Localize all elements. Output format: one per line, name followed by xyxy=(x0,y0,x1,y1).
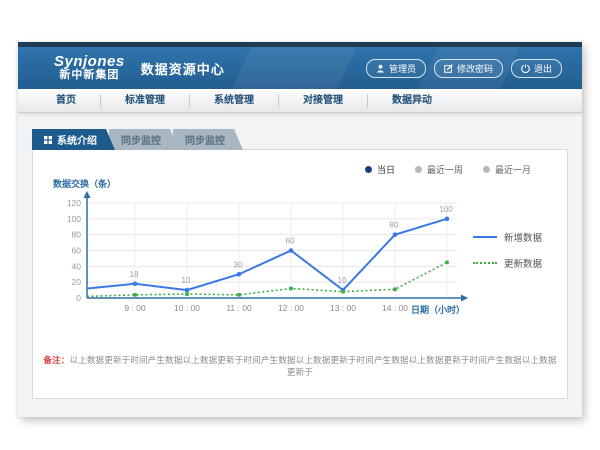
svg-text:14 : 00: 14 : 00 xyxy=(382,303,408,313)
change-password-button[interactable]: 修改密码 xyxy=(434,59,503,78)
footer-note-text: 以上数据更新于时间产生数据以上数据更新于时间产生数据以上数据更新于时间产生数据以… xyxy=(69,355,556,377)
admin-user-button[interactable]: 管理员 xyxy=(366,59,426,78)
logo-text-cn: 新中新集团 xyxy=(54,70,125,82)
content-area: 系统介绍 同步监控 同步监控 当日 最近一周 xyxy=(18,113,582,399)
svg-text:100: 100 xyxy=(67,214,81,224)
nav-item-home[interactable]: 首页 xyxy=(32,94,101,108)
filter-last-month-label: 最近一月 xyxy=(495,163,531,176)
footer-note: 备注：以上数据更新于时间产生数据以上数据更新于时间产生数据以上数据更新于时间产生… xyxy=(43,354,557,378)
svg-text:9 : 00: 9 : 00 xyxy=(124,303,146,313)
radio-dot-icon xyxy=(365,166,372,173)
edit-icon xyxy=(444,64,453,73)
tab-system-intro-label: 系统介绍 xyxy=(57,132,97,147)
app-window: Synjones 新中新集团 数据资源中心 管理员 修改密码 退出 首页 标准管… xyxy=(18,42,582,417)
page-title: 数据资源中心 xyxy=(141,59,225,78)
power-icon xyxy=(521,64,530,73)
user-icon xyxy=(376,64,385,73)
logo-text-en: Synjones xyxy=(54,54,125,70)
legend-updated-data-label: 更新数据 xyxy=(504,256,542,270)
svg-text:11 : 00: 11 : 00 xyxy=(226,303,252,313)
radio-dot-icon xyxy=(483,166,490,173)
filter-today-label: 当日 xyxy=(377,163,395,176)
chart-row: 0 20 40 60 80 100 120 9 : 00 10 : 00 11 : 00 12 : … xyxy=(43,178,557,328)
nav-item-standard-mgmt[interactable]: 标准管理 xyxy=(101,94,190,108)
svg-text:60: 60 xyxy=(72,246,82,256)
time-range-filters: 当日 最近一周 最近一月 xyxy=(43,158,557,176)
window-grid-icon xyxy=(44,136,52,144)
svg-text:30: 30 xyxy=(234,260,243,269)
filter-last-week-label: 最近一周 xyxy=(427,163,463,176)
svg-text:18: 18 xyxy=(130,270,139,279)
app-header: Synjones 新中新集团 数据资源中心 管理员 修改密码 退出 xyxy=(18,47,582,89)
svg-text:100: 100 xyxy=(439,205,453,214)
admin-user-label: 管理员 xyxy=(389,62,416,75)
logo: Synjones 新中新集团 xyxy=(54,54,125,81)
chart-card: 当日 最近一周 最近一月 0 20 40 60 80 100 120 9 : 00 10 : 0… xyxy=(32,149,568,399)
logout-label: 退出 xyxy=(534,62,552,75)
main-nav: 首页 标准管理 系统管理 对接管理 数据异动 xyxy=(18,89,582,113)
tab-sync-monitor-2-label: 同步监控 xyxy=(185,132,225,147)
change-password-label: 修改密码 xyxy=(457,62,493,75)
svg-text:60: 60 xyxy=(286,237,295,246)
nav-item-system-mgmt[interactable]: 系统管理 xyxy=(190,94,279,108)
svg-text:13 : 00: 13 : 00 xyxy=(330,303,356,313)
legend-item-new-data: 新增数据 xyxy=(473,230,557,244)
chart-legend: 新增数据 更新数据 xyxy=(473,178,557,270)
svg-text:12 : 00: 12 : 00 xyxy=(278,303,304,313)
svg-text:20: 20 xyxy=(72,277,82,287)
filter-today[interactable]: 当日 xyxy=(365,162,395,176)
filter-last-month[interactable]: 最近一月 xyxy=(483,162,531,176)
line-chart: 0 20 40 60 80 100 120 9 : 00 10 : 00 11 : 00 12 : … xyxy=(43,178,473,328)
svg-text:0: 0 xyxy=(76,293,81,303)
svg-text:80: 80 xyxy=(390,221,399,230)
svg-text:40: 40 xyxy=(72,261,82,271)
svg-text:10: 10 xyxy=(182,276,191,285)
tab-sync-monitor-1-label: 同步监控 xyxy=(121,132,161,147)
svg-text:10 : 00: 10 : 00 xyxy=(174,303,200,313)
radio-dot-icon xyxy=(415,166,422,173)
legend-new-data-label: 新增数据 xyxy=(504,230,542,244)
header-actions: 管理员 修改密码 退出 xyxy=(366,59,562,78)
solid-line-swatch-icon xyxy=(473,236,497,238)
dotted-line-swatch-icon xyxy=(473,262,497,264)
tab-sync-monitor-2[interactable]: 同步监控 xyxy=(173,129,243,150)
svg-text:80: 80 xyxy=(72,230,82,240)
tab-system-intro[interactable]: 系统介绍 xyxy=(32,129,115,150)
filter-last-week[interactable]: 最近一周 xyxy=(415,162,463,176)
svg-text:120: 120 xyxy=(67,198,81,208)
nav-item-data-change[interactable]: 数据异动 xyxy=(368,94,456,108)
svg-text:日期（小时）: 日期（小时） xyxy=(411,304,465,315)
logout-button[interactable]: 退出 xyxy=(511,59,562,78)
nav-item-interface-mgmt[interactable]: 对接管理 xyxy=(279,94,368,108)
tab-bar: 系统介绍 同步监控 同步监控 xyxy=(32,129,568,150)
svg-text:10: 10 xyxy=(338,276,347,285)
tab-sync-monitor-1[interactable]: 同步监控 xyxy=(109,129,179,150)
svg-text:数据交换（条）: 数据交换（条） xyxy=(53,178,116,189)
legend-item-updated-data: 更新数据 xyxy=(473,256,557,270)
footer-note-label: 备注： xyxy=(43,355,69,365)
